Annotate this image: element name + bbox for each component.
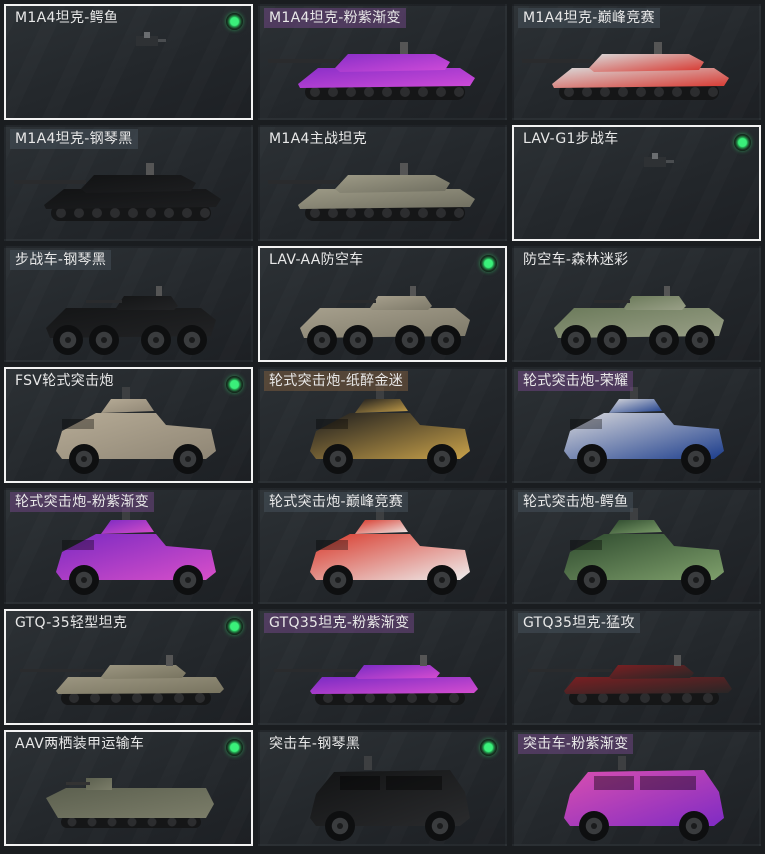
vehicle-skin-card[interactable]: GTQ35坦克-粉紫渐变 bbox=[258, 609, 507, 725]
vehicle-skin-name: 轮式突击炮-鳄鱼 bbox=[518, 492, 634, 512]
vehicle-skin-card[interactable]: 轮式突击炮-巅峰竞赛 bbox=[258, 488, 507, 604]
vehicle-skin-name: 轮式突击炮-粉紫渐变 bbox=[10, 492, 155, 512]
vehicle-skin-card[interactable]: 轮式突击炮-粉紫渐变 bbox=[4, 488, 253, 604]
owned-status-dot-icon bbox=[480, 739, 497, 756]
vehicle-model bbox=[310, 756, 470, 841]
vehicle-model bbox=[136, 32, 166, 46]
vehicle-skin-card[interactable]: LAV-AA防空车 bbox=[258, 246, 507, 362]
vehicle-skin-name: 轮式突击炮-荣耀 bbox=[518, 371, 634, 391]
vehicle-skin-card[interactable]: GTQ-35轻型坦克 bbox=[4, 609, 253, 725]
vehicle-skin-name: GTQ35坦克-猛攻 bbox=[518, 613, 640, 633]
vehicle-skin-card[interactable]: 步战车-钢琴黑 bbox=[4, 246, 253, 362]
vehicle-model bbox=[56, 508, 216, 595]
vehicle-skin-card[interactable]: GTQ35坦克-猛攻 bbox=[512, 609, 761, 725]
owned-status-dot-icon bbox=[734, 134, 751, 151]
vehicle-skin-card[interactable]: 突击车-钢琴黑 bbox=[258, 730, 507, 846]
vehicle-skin-card[interactable]: 轮式突击炮-纸醉金迷 bbox=[258, 367, 507, 483]
owned-status-dot-icon bbox=[480, 255, 497, 272]
vehicle-model bbox=[564, 508, 724, 595]
vehicle-skin-name: 防空车-森林迷彩 bbox=[523, 252, 629, 268]
vehicle-model bbox=[310, 508, 470, 595]
vehicle-skin-card[interactable]: 防空车-森林迷彩 bbox=[512, 246, 761, 362]
vehicle-skin-name: 步战车-钢琴黑 bbox=[10, 250, 112, 270]
vehicle-model bbox=[268, 42, 475, 100]
vehicle-skin-grid: M1A4坦克-鳄鱼 M1A4坦克-粉紫渐变 M1A4坦克-巅峰竞赛 M1A4坦克-钢琴… bbox=[4, 4, 761, 850]
vehicle-model bbox=[56, 387, 216, 474]
vehicle-skin-name: M1A4坦克-巅峰竞赛 bbox=[518, 8, 660, 28]
owned-status-dot-icon bbox=[226, 739, 243, 756]
vehicle-model bbox=[564, 756, 724, 841]
vehicle-skin-name: M1A4坦克-钢琴黑 bbox=[10, 129, 138, 149]
vehicle-skin-name: 轮式突击炮-纸醉金迷 bbox=[264, 371, 409, 391]
vehicle-skin-name: M1A4坦克-粉紫渐变 bbox=[264, 8, 406, 28]
vehicle-skin-card[interactable]: 突击车-粉紫渐变 bbox=[512, 730, 761, 846]
vehicle-skin-name: FSV轮式突击炮 bbox=[15, 373, 114, 389]
vehicle-model bbox=[14, 163, 221, 221]
vehicle-model bbox=[522, 42, 729, 100]
vehicle-model bbox=[644, 153, 674, 167]
vehicle-skin-name: LAV-AA防空车 bbox=[269, 252, 364, 268]
vehicle-skin-name: M1A4主战坦克 bbox=[269, 131, 367, 147]
vehicle-skin-name: LAV-G1步战车 bbox=[523, 131, 619, 147]
vehicle-skin-card[interactable]: 轮式突击炮-荣耀 bbox=[512, 367, 761, 483]
vehicle-model bbox=[20, 655, 224, 705]
vehicle-skin-card[interactable]: M1A4主战坦克 bbox=[258, 125, 507, 241]
vehicle-skin-card[interactable]: AAV两栖装甲运输车 bbox=[4, 730, 253, 846]
vehicle-skin-card[interactable]: 轮式突击炮-鳄鱼 bbox=[512, 488, 761, 604]
vehicle-model bbox=[528, 655, 732, 705]
vehicle-model bbox=[46, 286, 216, 355]
vehicle-model bbox=[564, 387, 724, 474]
vehicle-model bbox=[310, 387, 470, 474]
vehicle-skin-card[interactable]: LAV-G1步战车 bbox=[512, 125, 761, 241]
vehicle-skin-name: GTQ-35轻型坦克 bbox=[15, 615, 128, 631]
vehicle-skin-name: 突击车-粉紫渐变 bbox=[518, 734, 634, 754]
vehicle-skin-name: 突击车-钢琴黑 bbox=[269, 736, 361, 752]
vehicle-skin-card[interactable]: M1A4坦克-鳄鱼 bbox=[4, 4, 253, 120]
vehicle-model bbox=[268, 163, 475, 221]
vehicle-skin-card[interactable]: FSV轮式突击炮 bbox=[4, 367, 253, 483]
vehicle-skin-name: M1A4坦克-鳄鱼 bbox=[15, 10, 119, 26]
vehicle-model bbox=[46, 778, 214, 828]
vehicle-skin-card[interactable]: M1A4坦克-钢琴黑 bbox=[4, 125, 253, 241]
vehicle-model bbox=[554, 286, 724, 355]
vehicle-skin-card[interactable]: M1A4坦克-粉紫渐变 bbox=[258, 4, 507, 120]
owned-status-dot-icon bbox=[226, 13, 243, 30]
owned-status-dot-icon bbox=[226, 376, 243, 393]
vehicle-skin-card[interactable]: M1A4坦克-巅峰竞赛 bbox=[512, 4, 761, 120]
vehicle-skin-name: 轮式突击炮-巅峰竞赛 bbox=[264, 492, 409, 512]
vehicle-model bbox=[300, 286, 470, 355]
vehicle-skin-name: GTQ35坦克-粉紫渐变 bbox=[264, 613, 415, 633]
vehicle-skin-name: AAV两栖装甲运输车 bbox=[15, 736, 145, 752]
vehicle-model bbox=[274, 655, 478, 705]
owned-status-dot-icon bbox=[226, 618, 243, 635]
